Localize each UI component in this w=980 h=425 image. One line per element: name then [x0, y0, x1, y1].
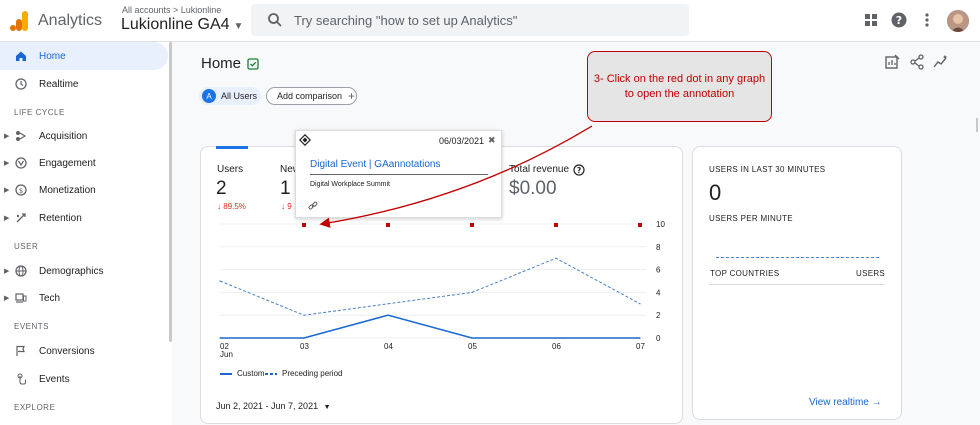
- realtime-card: [692, 146, 902, 420]
- realtime-users-label: USERS IN LAST 30 MINUTES: [709, 165, 826, 174]
- table-divider: [709, 284, 885, 285]
- users-per-minute-label: USERS PER MINUTE: [709, 214, 793, 223]
- top-countries-header: TOP COUNTRIES: [710, 269, 780, 278]
- page-scrollbar[interactable]: [976, 118, 978, 132]
- realtime-users-value: 0: [709, 180, 722, 205]
- users-column-header: USERS: [856, 269, 886, 278]
- view-realtime-link[interactable]: View realtime →: [809, 397, 882, 408]
- users-per-minute-sparkline: [716, 257, 879, 258]
